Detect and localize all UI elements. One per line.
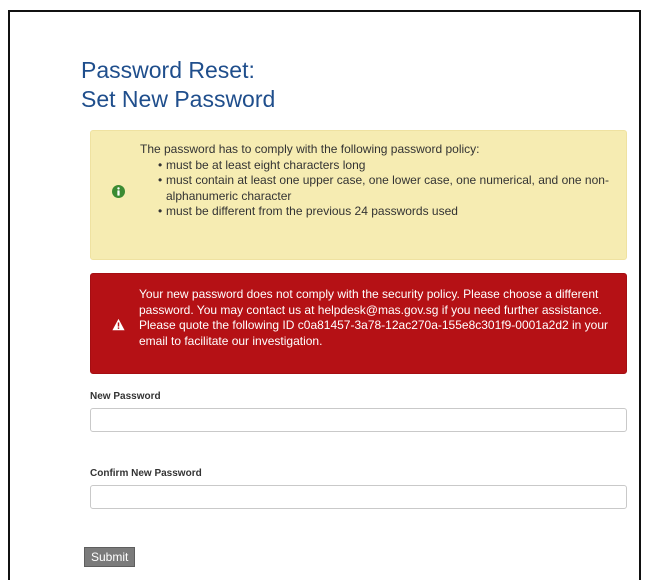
policy-rule: must be at least eight characters long (158, 158, 614, 174)
policy-rule: must contain at least one upper case, on… (158, 173, 614, 204)
page-title-line-1: Password Reset: (81, 57, 255, 83)
confirm-password-group: Confirm New Password (90, 468, 636, 509)
confirm-password-label: Confirm New Password (90, 468, 202, 479)
policy-rules-list: must be at least eight characters long m… (140, 158, 614, 220)
warning-triangle-icon (112, 318, 125, 331)
submit-button[interactable]: Submit (84, 547, 136, 567)
policy-rule: must be different from the previous 24 p… (158, 204, 614, 220)
new-password-group: New Password (90, 391, 636, 432)
info-circle-icon (112, 185, 125, 198)
password-policy-notice: The password has to comply with the foll… (90, 130, 627, 260)
password-error-alert: Your new password does not comply with t… (90, 273, 627, 374)
page-frame: Password Reset: Set New Password The pas… (8, 10, 641, 580)
new-password-label: New Password (90, 391, 161, 402)
new-password-input[interactable] (90, 408, 627, 432)
page-title: Password Reset: Set New Password (81, 56, 627, 114)
confirm-password-input[interactable] (90, 485, 627, 509)
policy-intro: The password has to comply with the foll… (140, 142, 480, 156)
error-message: Your new password does not comply with t… (139, 287, 609, 348)
password-reset-panel: Password Reset: Set New Password The pas… (81, 56, 627, 567)
page-title-line-2: Set New Password (81, 86, 276, 112)
